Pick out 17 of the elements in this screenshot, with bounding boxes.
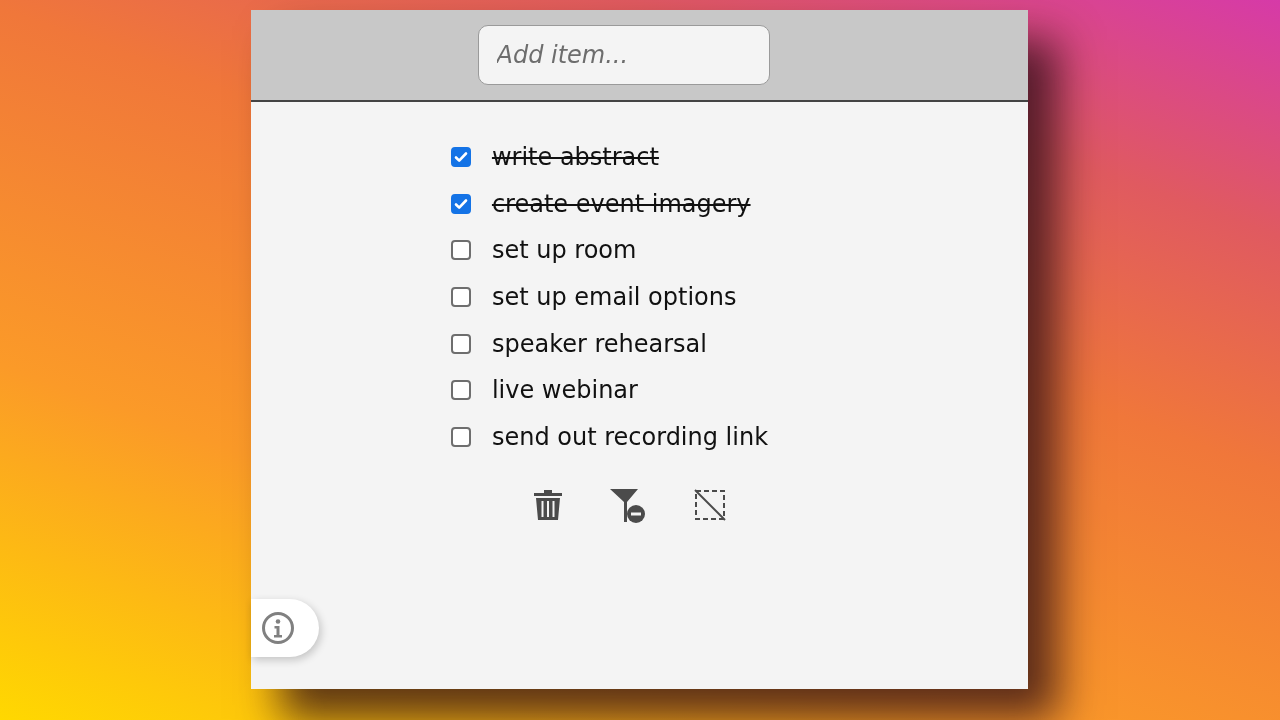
filter-remove-icon[interactable] [608,488,647,525]
item-label: send out recording link [491,422,769,451]
checkbox[interactable] [450,333,471,354]
checkbox[interactable] [450,193,471,214]
checkbox[interactable] [450,380,471,401]
item-label: set up email options [491,283,737,312]
checkbox[interactable] [450,240,471,261]
checkbox[interactable] [450,287,471,308]
info-icon [261,611,295,645]
item-label: live webinar [491,376,638,405]
item-label: set up room [491,236,637,265]
item-label: write abstract [491,143,659,172]
item-label: create event imagery [491,189,751,218]
info-button[interactable] [251,599,319,657]
checkbox[interactable] [450,426,471,447]
checkbox[interactable] [450,147,471,168]
item-label: speaker rehearsal [491,329,707,358]
